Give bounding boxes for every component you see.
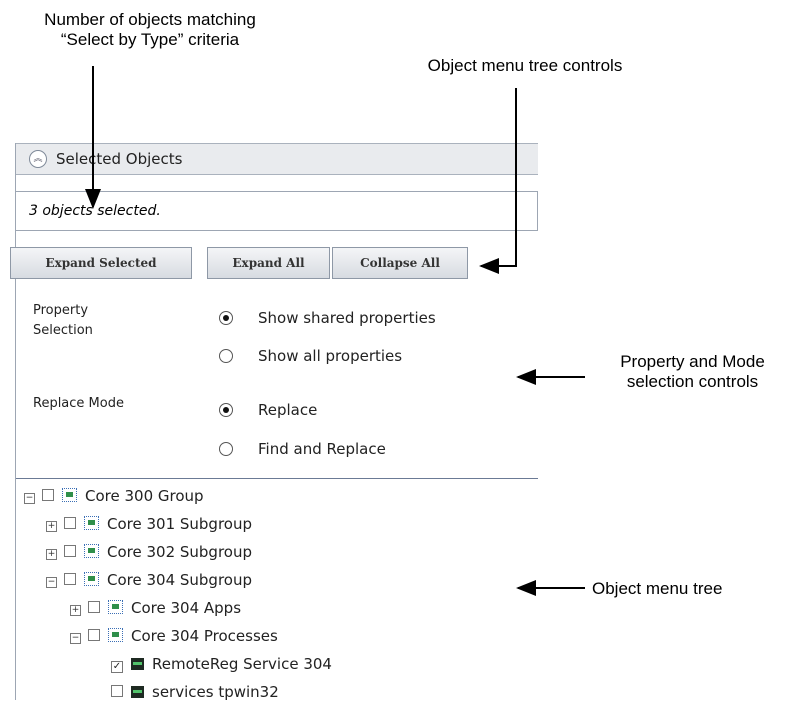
callout-arrows (85, 66, 585, 596)
arrow-to-tree-controls (479, 88, 517, 274)
